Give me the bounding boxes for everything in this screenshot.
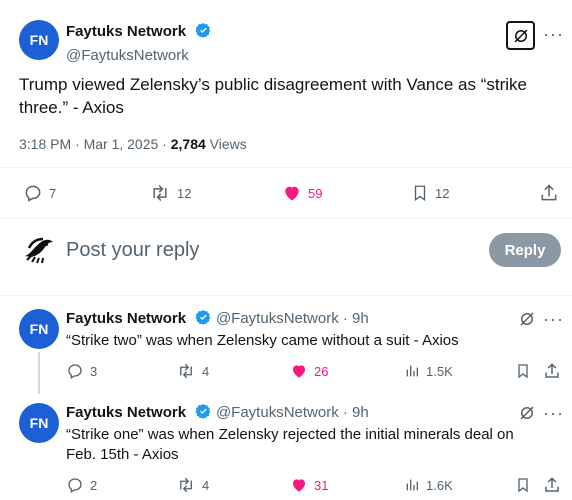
grok-small-icon[interactable] <box>518 404 536 427</box>
reply-avatar[interactable]: FN <box>19 309 59 349</box>
share-icon <box>545 477 559 492</box>
retweet-count: 4 <box>202 477 210 493</box>
reply-author-handle[interactable]: @FaytuksNetwork · 9h <box>216 310 369 327</box>
heart-icon <box>285 186 299 201</box>
retweet-action[interactable]: 4 <box>176 476 209 494</box>
retweet-icon <box>153 184 167 202</box>
avatar-logo: FN <box>29 32 49 48</box>
author-name[interactable]: Faytuks Network <box>66 23 186 40</box>
more-options-icon[interactable]: ··· <box>543 24 564 45</box>
like-count: 59 <box>308 185 323 201</box>
views-action[interactable]: 1.6K <box>404 476 453 494</box>
retweet-count: 12 <box>177 185 192 201</box>
reply-text: “Strike one” was when Zelensky rejected … <box>66 426 514 463</box>
tweet-timestamp[interactable]: 3:18 PM · Mar 1, 2025 · <box>19 136 171 152</box>
verified-badge-icon <box>194 309 212 331</box>
more-options-icon[interactable]: ··· <box>543 309 564 330</box>
reply-header: Faytuks Network @FaytuksNetwork · 9h <box>66 309 369 331</box>
bookmark-action[interactable] <box>515 476 537 494</box>
views-count: 1.6K <box>426 477 453 493</box>
reply-input[interactable]: Post your reply <box>66 239 199 262</box>
reply-icon <box>68 478 82 493</box>
reply-button[interactable]: Reply <box>489 233 561 267</box>
author-handle[interactable]: @FaytuksNetwork <box>66 47 212 64</box>
reply-count: 7 <box>49 185 57 201</box>
reply-count: 3 <box>90 363 98 379</box>
views-label: Views <box>205 136 247 152</box>
views-count: 2,784 <box>170 136 206 152</box>
reply-avatar[interactable]: FN <box>19 403 59 443</box>
bookmark-icon <box>414 185 426 202</box>
reply-author-name[interactable]: Faytuks Network <box>66 404 186 421</box>
like-count: 31 <box>314 477 329 493</box>
divider <box>0 218 572 219</box>
share-action[interactable] <box>539 183 565 203</box>
reply-count: 2 <box>90 477 98 493</box>
reply-text: “Strike two” was when Zelensky came with… <box>66 332 459 349</box>
reply-action[interactable]: 3 <box>66 362 97 380</box>
author-avatar[interactable]: FN <box>19 20 59 60</box>
verified-badge-icon <box>194 403 212 425</box>
user-avatar[interactable] <box>19 230 59 270</box>
like-action[interactable]: 59 <box>282 183 322 203</box>
views-chart-icon <box>406 479 418 491</box>
like-action[interactable]: 26 <box>290 362 328 380</box>
retweet-icon <box>180 477 192 493</box>
retweet-icon <box>180 363 192 379</box>
share-action[interactable] <box>543 476 567 494</box>
tweet-meta: 3:18 PM · Mar 1, 2025 · 2,784 Views <box>19 136 247 152</box>
reply-header: Faytuks Network @FaytuksNetwork · 9h <box>66 403 369 425</box>
avatar-logo: FN <box>29 415 49 431</box>
thread-line <box>38 352 40 394</box>
verified-badge-icon <box>194 22 212 44</box>
bookmark-icon <box>518 478 528 493</box>
reply-author-handle[interactable]: @FaytuksNetwork · 9h <box>216 404 369 421</box>
grok-small-icon[interactable] <box>518 310 536 333</box>
more-options-icon[interactable]: ··· <box>543 403 564 424</box>
heart-icon <box>293 479 305 492</box>
grok-icon[interactable] <box>506 21 535 50</box>
retweet-action[interactable]: 4 <box>176 362 209 380</box>
views-chart-icon <box>406 365 418 377</box>
views-count: 1.5K <box>426 363 453 379</box>
like-count: 26 <box>314 363 329 379</box>
divider <box>0 295 572 296</box>
share-icon <box>545 363 559 378</box>
bookmark-action[interactable]: 12 <box>411 183 449 203</box>
avatar-logo: FN <box>29 321 49 337</box>
reply-icon <box>25 185 41 202</box>
bookmark-action[interactable] <box>515 362 537 380</box>
retweet-action[interactable]: 12 <box>149 183 191 203</box>
reply-icon <box>68 364 82 379</box>
bookmark-icon <box>518 364 528 379</box>
retweet-count: 4 <box>202 363 210 379</box>
reply-action[interactable]: 2 <box>66 476 97 494</box>
heart-icon <box>293 365 305 378</box>
share-action[interactable] <box>543 362 567 380</box>
bookmark-count: 12 <box>435 185 450 201</box>
reply-author-name[interactable]: Faytuks Network <box>66 310 186 327</box>
share-icon <box>541 184 557 201</box>
author-block: Faytuks Network @FaytuksNetwork <box>66 22 212 64</box>
reply-action[interactable]: 7 <box>23 183 56 203</box>
divider <box>0 167 572 168</box>
like-action[interactable]: 31 <box>290 476 328 494</box>
tweet-text: Trump viewed Zelensky’s public disagreem… <box>19 75 528 117</box>
views-action[interactable]: 1.5K <box>404 362 453 380</box>
